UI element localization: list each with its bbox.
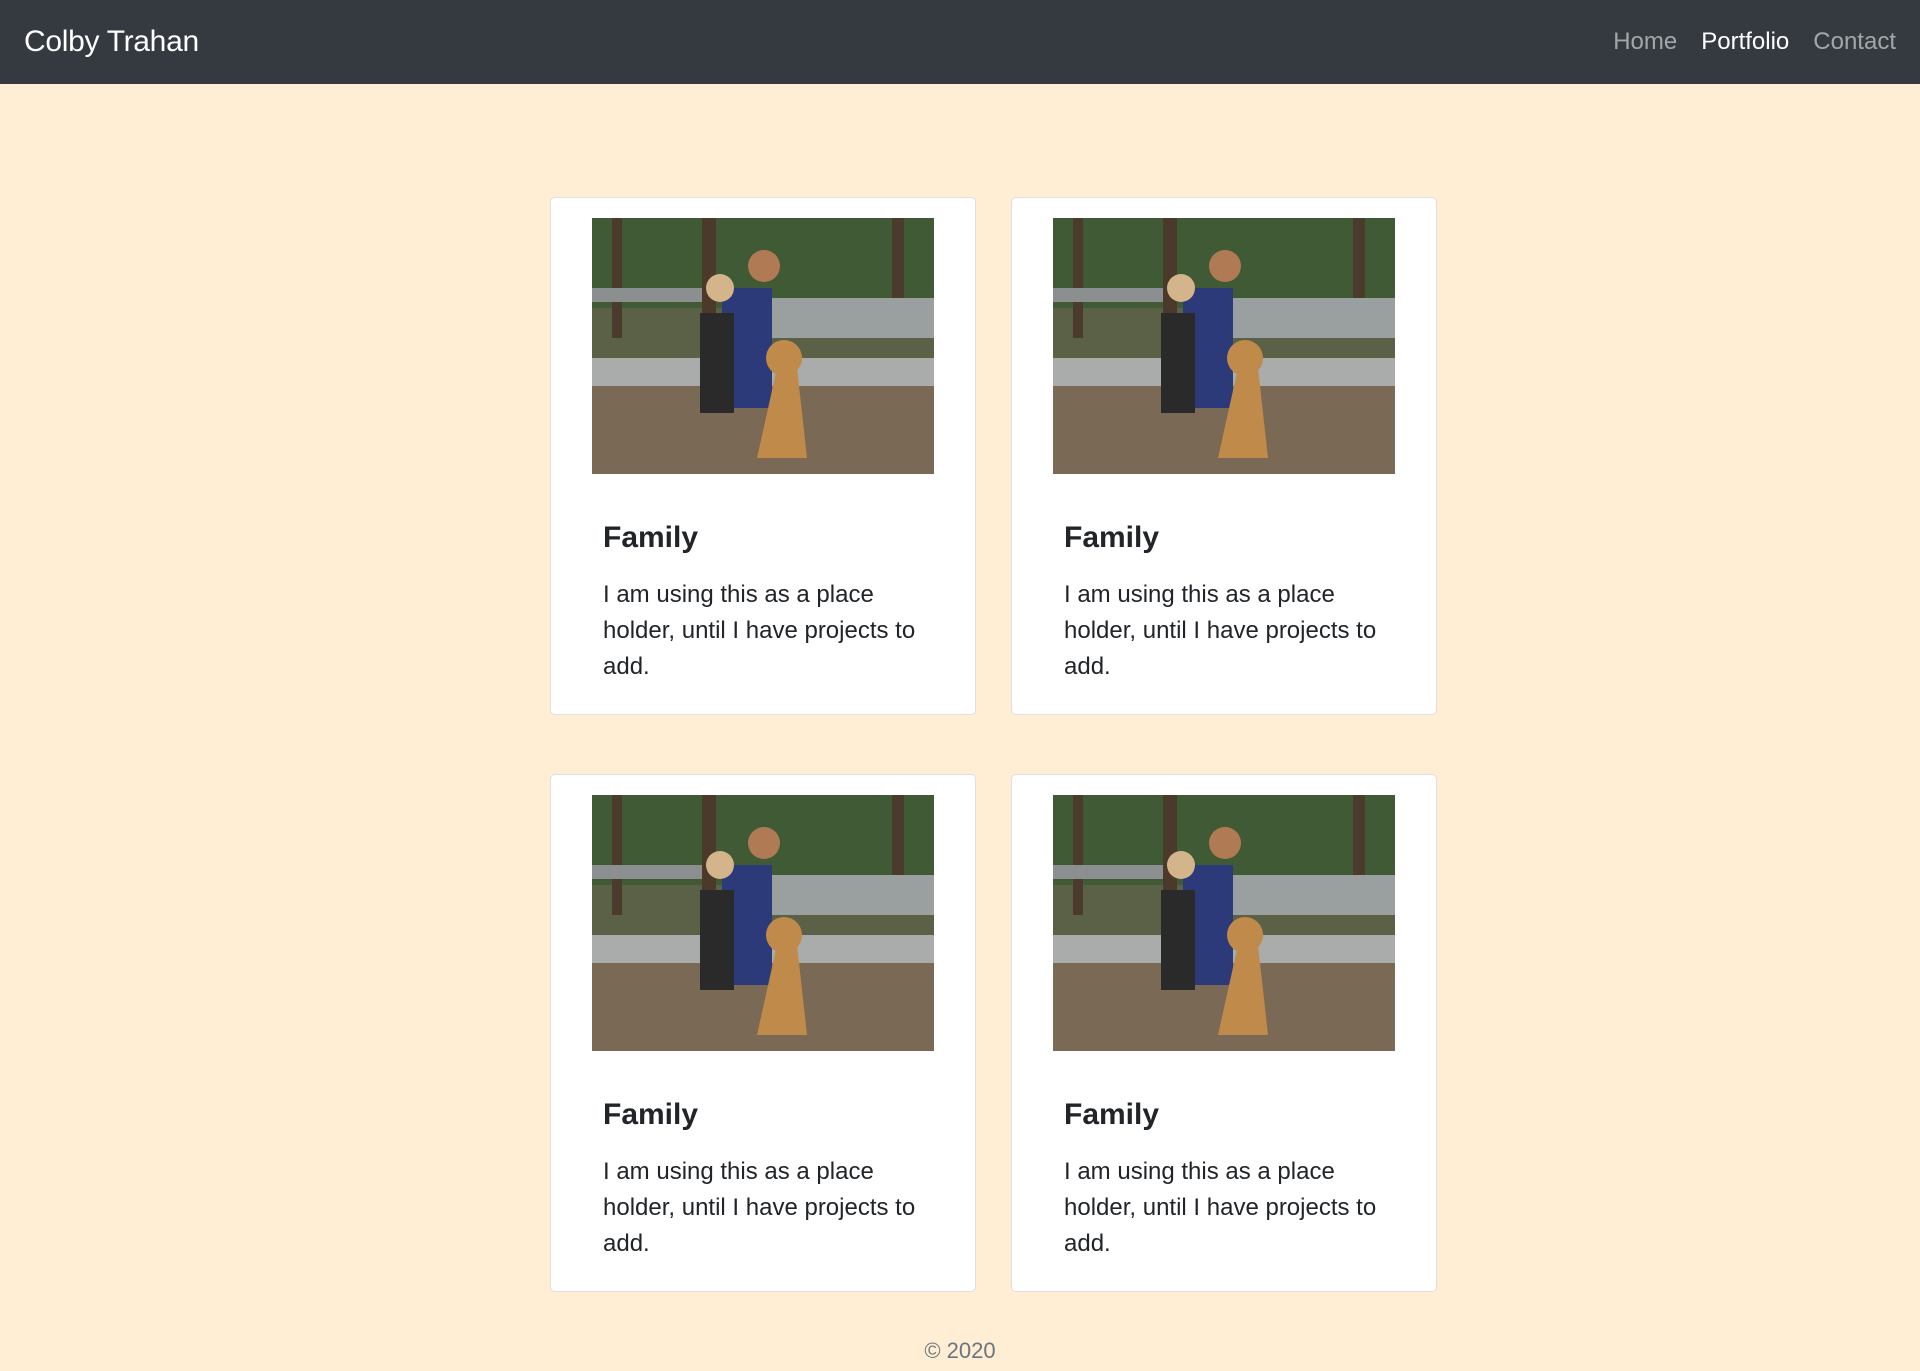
card-photo <box>592 795 934 1051</box>
card-title: Family <box>603 521 699 554</box>
card-photo <box>1053 795 1395 1051</box>
card-text: I am using this as a place holder, until… <box>1064 1158 1377 1257</box>
card-text: I am using this as a place holder, until… <box>1064 581 1377 680</box>
nav-link-contact[interactable]: Contact <box>1801 28 1896 56</box>
card-text: I am using this as a place holder, until… <box>603 1158 916 1257</box>
portfolio-card: Family I am using this as a place holder… <box>550 774 976 1292</box>
portfolio-card: Family I am using this as a place holder… <box>550 197 976 715</box>
card-title: Family <box>1064 1098 1160 1131</box>
card-title: Family <box>1064 521 1160 554</box>
navbar: Colby Trahan Home Portfolio Contact <box>0 0 1920 84</box>
portfolio-card: Family I am using this as a place holder… <box>1011 774 1437 1292</box>
nav-link-portfolio[interactable]: Portfolio <box>1689 28 1801 56</box>
nav-link-home[interactable]: Home <box>1601 28 1689 56</box>
brand-link[interactable]: Colby Trahan <box>24 25 199 59</box>
portfolio-card: Family I am using this as a place holder… <box>1011 197 1437 715</box>
card-text: I am using this as a place holder, until… <box>603 581 916 680</box>
nav-links: Home Portfolio Contact <box>1601 28 1896 56</box>
card-photo <box>592 218 934 474</box>
footer-copyright: © 2020 <box>924 1338 996 1363</box>
card-photo <box>1053 218 1395 474</box>
card-title: Family <box>603 1098 699 1131</box>
